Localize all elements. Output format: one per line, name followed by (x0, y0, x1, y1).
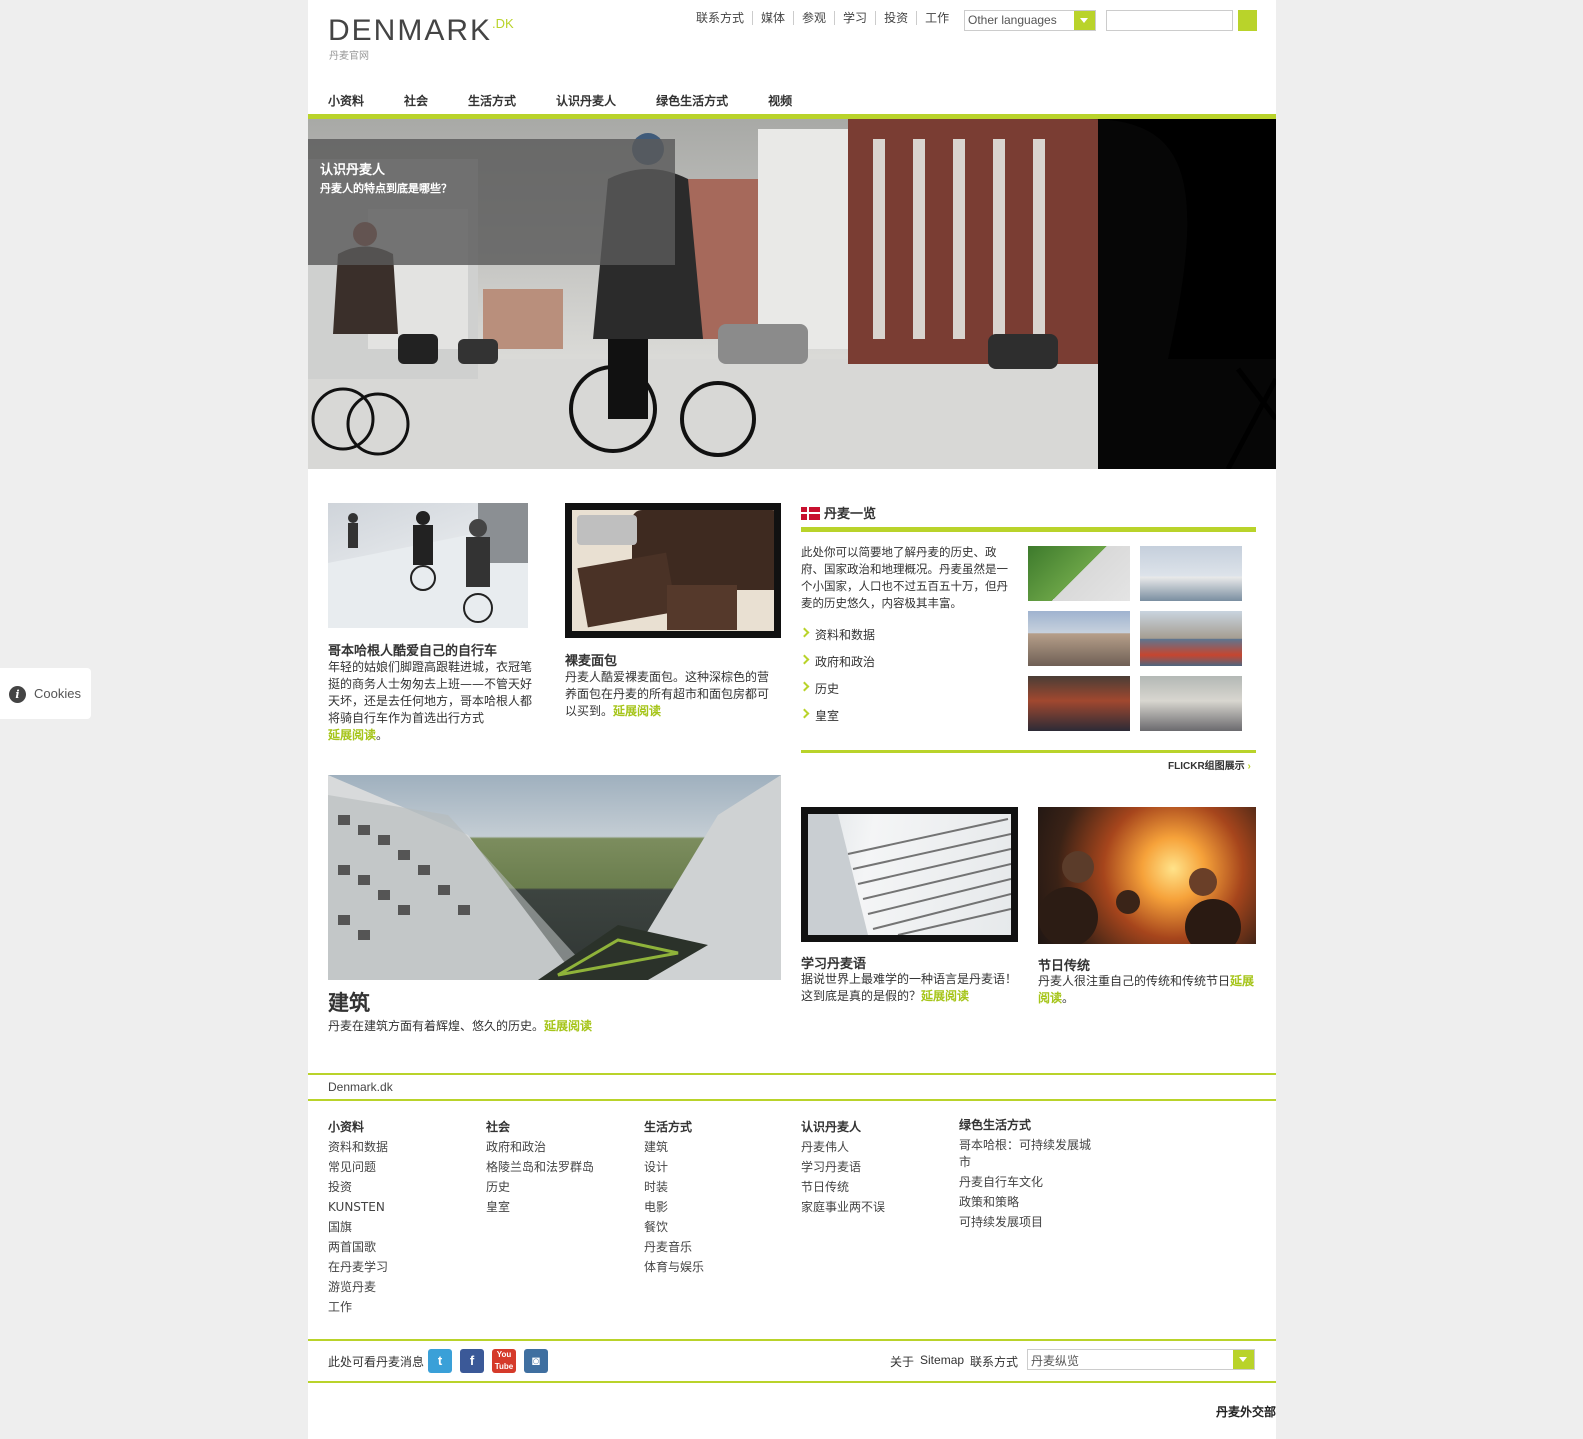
language-select[interactable]: Other languages (964, 10, 1096, 31)
hero-subtitle: 丹麦人的特点到底是哪些？ (320, 182, 452, 195)
top-link-media[interactable]: 媒体 (752, 11, 793, 25)
overview-divider (801, 750, 1256, 753)
holidays-article-title[interactable]: 节日传统 (1038, 955, 1090, 974)
page: DENMARK.DK 丹麦官网 联系方式 媒体 参观 学习 投资 工作 Othe… (308, 0, 1276, 1439)
language-article-image[interactable] (801, 807, 1018, 942)
search-input[interactable] (1106, 10, 1233, 31)
bread-photo (572, 510, 774, 631)
architecture-photo (328, 775, 781, 980)
footer-column-society: 社会 政府和政治 格陵兰岛和法罗群岛 历史 皇室 (486, 1120, 595, 1214)
footer-site-dropdown[interactable]: 丹麦纵览 (1027, 1349, 1255, 1370)
nav-meet-danes[interactable]: 认识丹麦人 (556, 92, 616, 109)
social-label: 此处可看丹麦消息 (328, 1355, 425, 1369)
overview-text: 此处你可以简要地了解丹麦的历史、政府、国家政治和地理概况。丹麦虽然是一个小国家，… (801, 545, 1008, 610)
overview-link-facts[interactable]: 资料和数据 (801, 626, 875, 643)
flickr-thumb-2[interactable] (1140, 546, 1242, 601)
youtube-icon[interactable]: You Tube (492, 1349, 516, 1373)
hero-image[interactable]: 认识丹麦人 丹麦人的特点到底是哪些？ (308, 119, 1276, 469)
top-link-work[interactable]: 工作 (916, 11, 957, 25)
nav-facts[interactable]: 小资料 (328, 92, 364, 109)
bread-article-image[interactable] (565, 503, 781, 638)
footer-top-border (308, 1073, 1276, 1075)
bike-article-title[interactable]: 哥本哈根人酷爱自己的自行车 (328, 640, 497, 659)
logo-subtitle: 丹麦官网 (329, 51, 369, 62)
footer-link-sitemap[interactable]: Sitemap (920, 1353, 964, 1370)
holidays-article-image[interactable] (1038, 807, 1256, 955)
language-article-text: 据说世界上最难学的一种语言是丹麦语！这到底是真的是假的？延展阅读 (801, 972, 1018, 1003)
chevron-down-icon (1233, 1350, 1254, 1369)
twitter-icon[interactable]: t (428, 1349, 452, 1373)
danish-flag-icon (801, 507, 820, 520)
footer-column-meet-danes: 认识丹麦人 丹麦伟人 学习丹麦语 节日传统 家庭事业两不误 (801, 1120, 886, 1214)
bike-article-text: 年轻的姑娘们脚蹬高跟鞋进城，衣冠笔挺的商务人士匆匆去上班——不管天好天坏，还是去… (328, 660, 533, 742)
overview-title: 丹麦一览 (824, 507, 877, 522)
ministry-logo[interactable]: 丹麦外交部 (1216, 1403, 1276, 1420)
footer-link-contact[interactable]: 联系方式 (970, 1353, 1018, 1370)
main-nav: 小资料 社会 生活方式 认识丹麦人 绿色生活方式 视频 (328, 92, 832, 109)
footer-link-about[interactable]: 关于 (890, 1353, 914, 1370)
chevron-right-icon: › (1247, 761, 1251, 772)
bread-article-title[interactable]: 裸麦面包 (565, 650, 617, 669)
architecture-article-text: 丹麦在建筑方面有着辉煌、悠久的历史。延展阅读 (328, 1019, 593, 1033)
facebook-icon[interactable]: f (460, 1349, 484, 1373)
overview-header: 丹麦一览 (801, 503, 1256, 532)
language-read-more[interactable]: 延展阅读 (921, 989, 969, 1003)
info-icon: i (9, 686, 26, 703)
overview-link-royal[interactable]: 皇室 (801, 707, 875, 724)
language-article-title[interactable]: 学习丹麦语 (801, 953, 866, 972)
nav-society[interactable]: 社会 (404, 92, 428, 109)
nav-video[interactable]: 视频 (768, 92, 792, 109)
footer-column-green-living: 绿色生活方式 哥本哈根：可持续发展城市 丹麦自行车文化 政策和策略 可持续发展项… (959, 1118, 1092, 1229)
search-button[interactable] (1238, 10, 1257, 31)
instagram-icon[interactable]: ◙ (524, 1349, 548, 1373)
overview-link-history[interactable]: 历史 (801, 680, 875, 697)
bike-read-more[interactable]: 延展阅读 (328, 728, 376, 742)
overview-links: 资料和数据 政府和政治 历史 皇室 (801, 626, 875, 734)
flickr-link[interactable]: FLICKR组图展示 › (1168, 757, 1251, 772)
bread-read-more[interactable]: 延展阅读 (613, 704, 661, 718)
flickr-thumb-6[interactable] (1140, 676, 1242, 731)
footer-links: 关于 Sitemap 联系方式 (890, 1353, 1018, 1370)
flickr-thumb-4[interactable] (1140, 611, 1242, 666)
cookies-button[interactable]: i Cookies (0, 668, 91, 719)
nav-lifestyle[interactable]: 生活方式 (468, 92, 516, 109)
chevron-down-icon (1074, 11, 1095, 30)
flickr-thumb-3[interactable] (1028, 611, 1130, 666)
architecture-article-image[interactable] (328, 775, 781, 980)
footer-bottom-border (308, 1339, 1276, 1341)
top-link-visit[interactable]: 参观 (793, 11, 834, 25)
bike-photo (328, 503, 528, 628)
footer-divider (308, 1099, 1276, 1101)
flickr-thumb-1[interactable] (1028, 546, 1130, 601)
overview-link-government[interactable]: 政府和政治 (801, 653, 875, 670)
top-link-invest[interactable]: 投资 (875, 11, 916, 25)
nav-green-living[interactable]: 绿色生活方式 (656, 92, 728, 109)
footer-column-facts: 小资料 资料和数据 常见问题 投资 KUNSTEN 国旗 两首国歌 在丹麦学习 … (328, 1120, 389, 1314)
footer-site-name[interactable]: Denmark.dk (328, 1080, 393, 1094)
top-link-contact[interactable]: 联系方式 (688, 11, 752, 25)
site-logo[interactable]: DENMARK.DK (328, 14, 514, 48)
top-link-study[interactable]: 学习 (834, 11, 875, 25)
footer-column-lifestyle: 生活方式 建筑 设计 时装 电影 餐饮 丹麦音乐 体育与娱乐 (644, 1120, 705, 1274)
architecture-read-more[interactable]: 延展阅读 (544, 1019, 592, 1033)
hero-title: 认识丹麦人 (320, 163, 386, 178)
hero-caption[interactable]: 认识丹麦人 丹麦人的特点到底是哪些？ (308, 139, 675, 265)
bread-article-text: 丹麦人酷爱裸麦面包。这种深棕色的营养面包在丹麦的所有超市和面包房都可以买到。延展… (565, 670, 770, 718)
architecture-article-title[interactable]: 建筑 (328, 987, 370, 1017)
flickr-thumb-5[interactable] (1028, 676, 1130, 731)
footer-final-border (308, 1381, 1276, 1383)
holidays-article-text: 丹麦人很注重自己的传统和传统节日延展阅读。 (1038, 974, 1255, 1005)
bonfire-photo (1038, 851, 1241, 955)
top-links: 联系方式 媒体 参观 学习 投资 工作 (688, 11, 957, 25)
dictionary-photo (808, 814, 1011, 935)
bike-article-image[interactable] (328, 503, 528, 628)
